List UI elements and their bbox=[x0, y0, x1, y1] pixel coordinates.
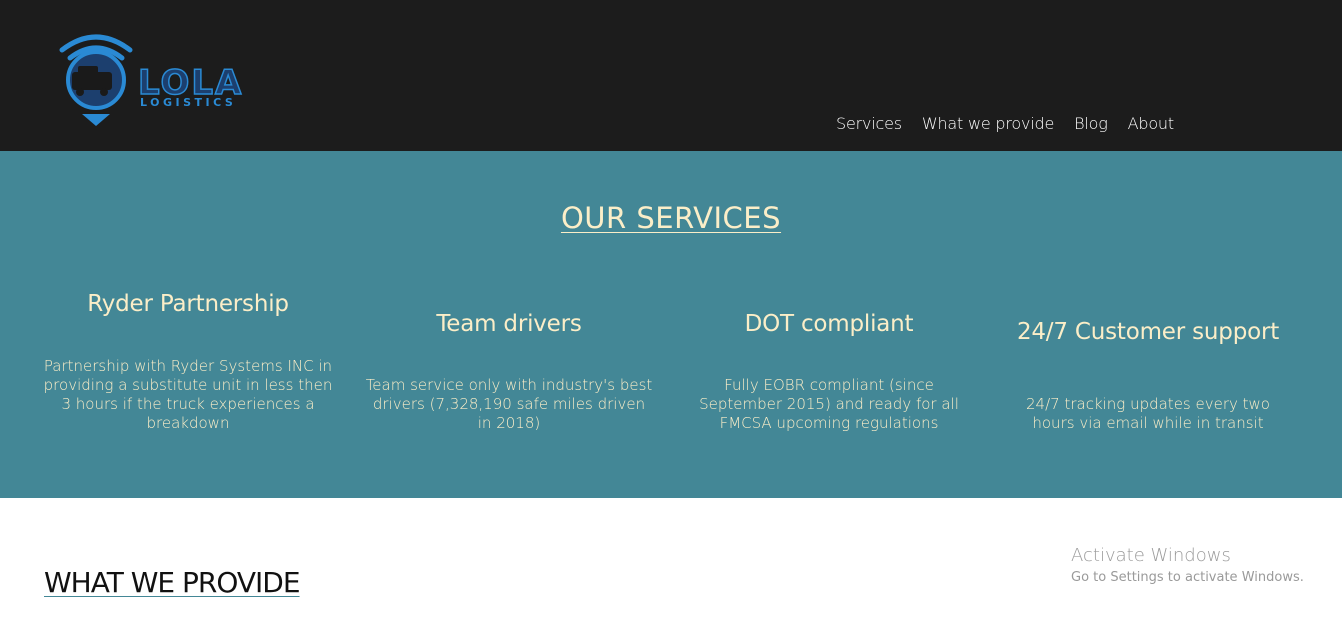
activate-windows-watermark: Activate Windows Go to Settings to activ… bbox=[1071, 545, 1304, 585]
service-title: 24/7 Customer support bbox=[1016, 319, 1280, 345]
svg-text:LOGISTICS: LOGISTICS bbox=[140, 96, 236, 109]
what-we-provide-title: WHAT WE PROVIDE bbox=[44, 566, 301, 599]
service-description: Fully EOBR compliant (since September 20… bbox=[699, 376, 959, 432]
services-title-text: OUR SERVICES bbox=[560, 201, 782, 235]
services-section: OUR SERVICES Ryder Partnership Partnersh… bbox=[0, 151, 1342, 498]
service-description: Team service only with industry's best d… bbox=[365, 376, 653, 432]
main-nav: Services What we provide Blog About bbox=[836, 114, 1174, 133]
nav-services[interactable]: Services bbox=[836, 114, 902, 133]
service-title: DOT compliant bbox=[744, 311, 914, 337]
nav-blog[interactable]: Blog bbox=[1074, 114, 1108, 133]
nav-what-we-provide[interactable]: What we provide bbox=[922, 114, 1054, 133]
watermark-title: Activate Windows bbox=[1071, 545, 1231, 566]
what-we-provide-title-text: WHAT WE PROVIDE bbox=[44, 566, 301, 599]
service-description: 24/7 tracking updates every two hours vi… bbox=[1026, 395, 1270, 432]
service-title: Ryder Partnership bbox=[87, 291, 289, 317]
watermark-subtitle: Go to Settings to activate Windows. bbox=[1071, 570, 1304, 585]
lola-logistics-logo[interactable]: LOLA LOGISTICS bbox=[56, 30, 266, 130]
site-header: LOLA LOGISTICS Services What we provide … bbox=[0, 0, 1342, 151]
services-title: OUR SERVICES bbox=[0, 201, 1342, 235]
nav-about[interactable]: About bbox=[1128, 114, 1175, 133]
service-description: Partnership with Ryder Systems INC in pr… bbox=[43, 357, 333, 432]
service-title: Team drivers bbox=[436, 311, 582, 337]
logo-icon: LOLA LOGISTICS bbox=[59, 34, 242, 126]
